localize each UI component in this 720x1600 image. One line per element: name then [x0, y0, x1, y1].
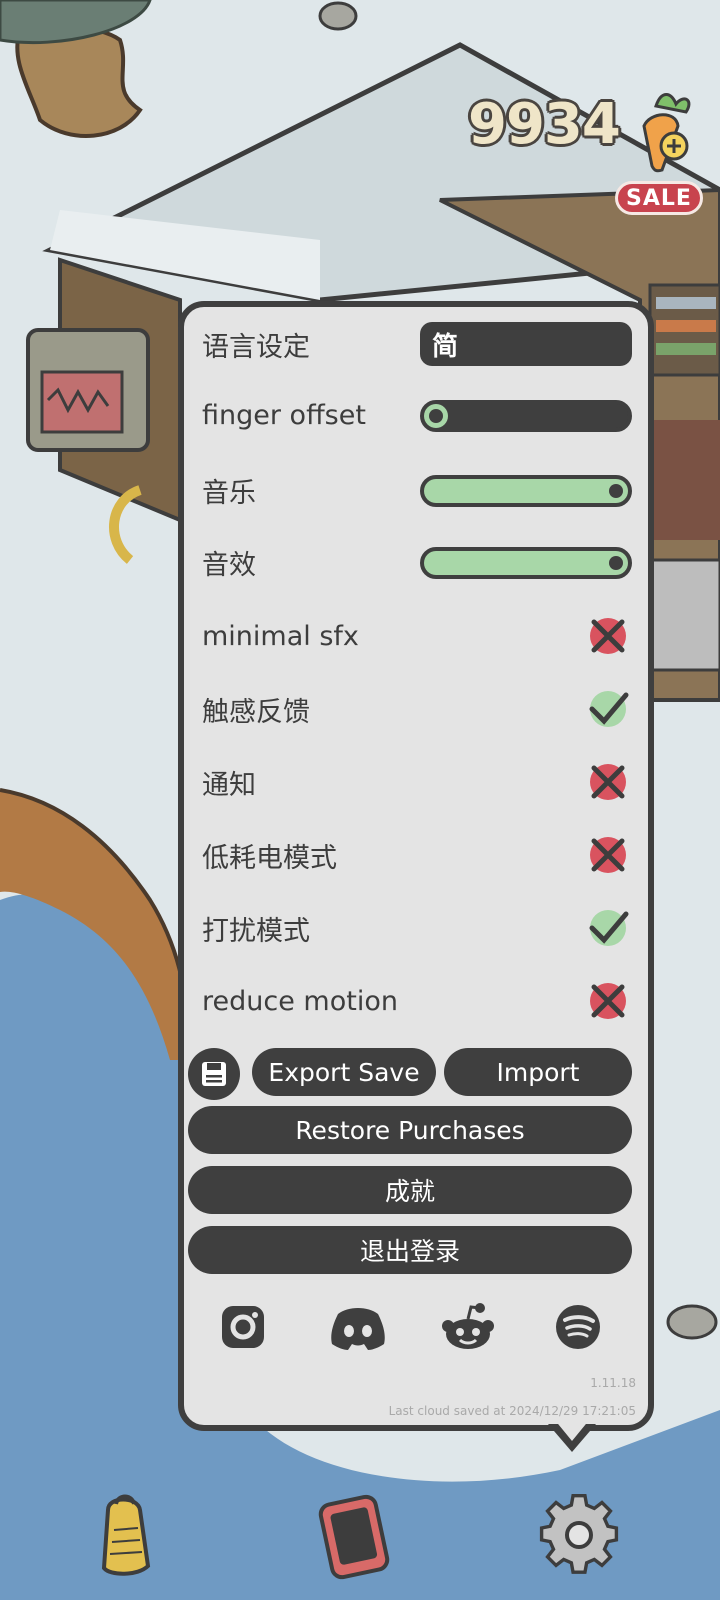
toggle-label: 触感反馈 — [202, 696, 310, 728]
version-text: 1.11.18 — [590, 1376, 636, 1390]
slider-knob[interactable] — [609, 484, 623, 498]
carrot-amount: 9934 — [468, 92, 621, 157]
carrot-counter: 9934 — [468, 92, 621, 157]
restore-purchases-button[interactable]: Restore Purchases — [188, 1106, 632, 1154]
language-label: 语言设定 — [202, 331, 310, 363]
phone-icon[interactable] — [310, 1490, 400, 1580]
slider-knob[interactable] — [609, 556, 623, 570]
toggle-row: 打扰模式 — [202, 903, 642, 953]
finger-offset-label: finger offset — [202, 399, 366, 431]
toggle-label: 打扰模式 — [202, 915, 310, 947]
gear-icon[interactable] — [534, 1490, 624, 1580]
discord-icon[interactable] — [328, 1302, 388, 1352]
toggle-checkbox[interactable] — [586, 687, 630, 731]
toggle-checkbox[interactable] — [586, 833, 630, 877]
sale-badge[interactable]: SALE — [615, 181, 703, 215]
toggle-row: 触感反馈 — [202, 684, 642, 734]
music-slider[interactable] — [420, 475, 632, 507]
toggle-label: 通知 — [202, 769, 256, 801]
floppy-disk-icon[interactable] — [188, 1048, 240, 1100]
toggle-label: minimal sfx — [202, 620, 359, 652]
toggle-row: 低耗电模式 — [202, 830, 642, 880]
import-button[interactable]: Import — [444, 1048, 632, 1096]
instagram-icon[interactable] — [218, 1302, 268, 1352]
reddit-icon[interactable] — [438, 1302, 498, 1352]
toggle-row: 通知 — [202, 757, 642, 807]
sfx-slider[interactable] — [420, 547, 632, 579]
toggle-row: reduce motion — [202, 976, 642, 1026]
toggle-row: minimal sfx — [202, 611, 642, 661]
toggle-checkbox[interactable] — [586, 979, 630, 1023]
slider-fill — [424, 551, 628, 575]
music-label: 音乐 — [202, 477, 256, 509]
finger-offset-slider[interactable] — [420, 400, 632, 432]
toggle-label: 低耗电模式 — [202, 842, 337, 874]
slider-knob[interactable] — [429, 409, 443, 423]
backpack-icon[interactable] — [88, 1490, 178, 1580]
sfx-label: 音效 — [202, 549, 256, 581]
toggle-checkbox[interactable] — [586, 760, 630, 804]
toggle-checkbox[interactable] — [586, 614, 630, 658]
cloud-save-text: Last cloud saved at 2024/12/29 17:21:05 — [388, 1404, 636, 1418]
achievements-button[interactable]: 成就 — [188, 1166, 632, 1214]
toggle-checkbox[interactable] — [586, 906, 630, 950]
carrot-add-icon[interactable] — [626, 86, 696, 176]
slider-fill — [424, 479, 628, 503]
spotify-icon[interactable] — [553, 1302, 603, 1352]
logout-button[interactable]: 退出登录 — [188, 1226, 632, 1274]
toggle-label: reduce motion — [202, 985, 398, 1017]
language-select[interactable]: 简 — [420, 322, 632, 366]
export-save-button[interactable]: Export Save — [252, 1048, 436, 1096]
